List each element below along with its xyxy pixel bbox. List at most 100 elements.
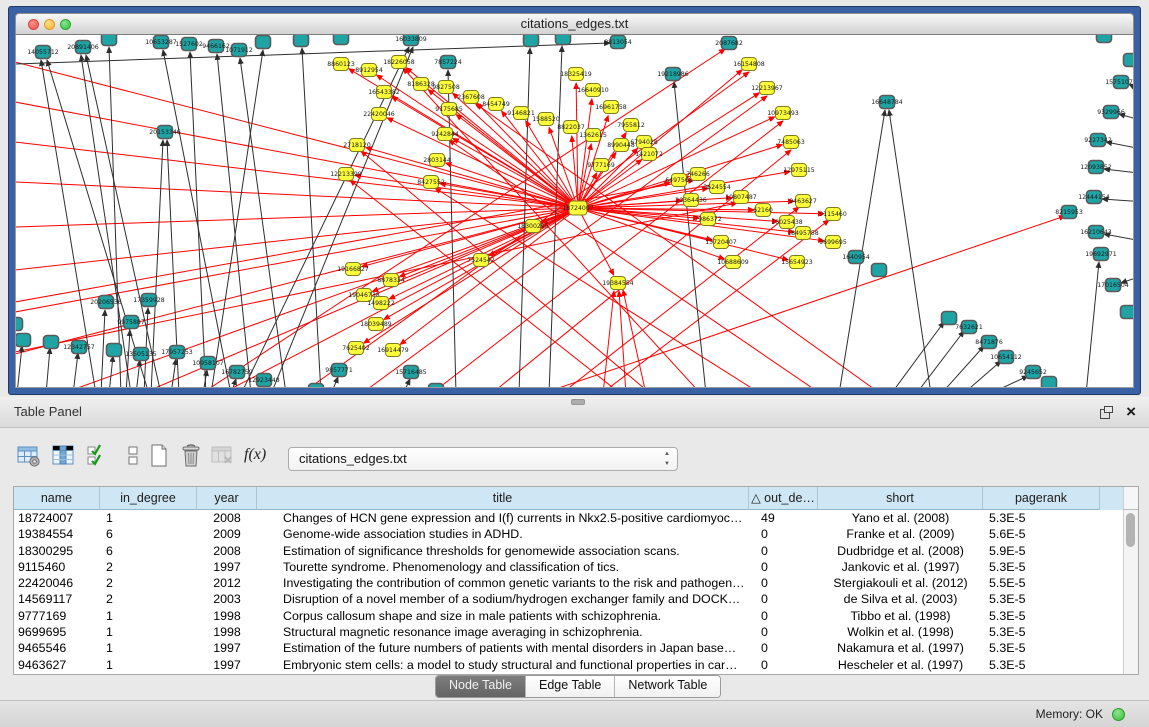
graph-edge[interactable] bbox=[101, 310, 105, 388]
float-panel-icon[interactable] bbox=[1100, 406, 1113, 419]
network-window[interactable]: citations_edges.txt 18724007183002958860… bbox=[8, 6, 1141, 395]
graph-node[interactable] bbox=[942, 312, 957, 325]
graph-edge[interactable] bbox=[578, 198, 732, 208]
table-row[interactable]: 1456911722003Disruption of a novel membe… bbox=[14, 591, 1123, 607]
graph-node[interactable] bbox=[1097, 35, 1112, 43]
graph-node[interactable] bbox=[309, 384, 324, 389]
column-header-title[interactable]: title bbox=[257, 487, 749, 510]
citation-network-graph[interactable]: 1872400718300295886012389129541822605816… bbox=[16, 35, 1134, 388]
graph-edge[interactable] bbox=[519, 48, 530, 388]
graph-edge[interactable] bbox=[366, 147, 578, 208]
graph-edge[interactable] bbox=[171, 359, 176, 388]
graph-edge[interactable] bbox=[331, 377, 338, 388]
graph-canvas[interactable]: 1872400718300295886012389129541822605816… bbox=[15, 35, 1134, 388]
graph-edge[interactable] bbox=[136, 360, 140, 388]
graph-node-label: 9857771 bbox=[325, 367, 353, 374]
function-builder-icon[interactable]: f(x) bbox=[244, 446, 270, 474]
graph-node[interactable] bbox=[44, 336, 59, 349]
graph-edge[interactable] bbox=[240, 58, 286, 388]
graph-edge[interactable] bbox=[491, 150, 791, 388]
cell-short: Wolkin et al. (1998) bbox=[818, 624, 983, 640]
show-columns-icon[interactable] bbox=[50, 442, 76, 470]
graph-node-label: 8427552 bbox=[417, 179, 445, 186]
graph-node-label: 16033809 bbox=[395, 36, 427, 43]
graph-node[interactable] bbox=[334, 35, 349, 45]
graph-edge[interactable] bbox=[109, 47, 121, 388]
graph-edge[interactable] bbox=[446, 163, 578, 208]
table-row[interactable]: 977716911998Corpus callosum shape and si… bbox=[14, 608, 1123, 624]
new-table-icon[interactable] bbox=[146, 442, 172, 470]
table-row[interactable]: 1872400712008Changes of HCN gene express… bbox=[14, 510, 1123, 526]
graph-node[interactable] bbox=[1124, 54, 1135, 67]
graph-node[interactable] bbox=[429, 384, 444, 389]
graph-edge[interactable] bbox=[453, 138, 578, 208]
window-titlebar[interactable]: citations_edges.txt bbox=[15, 13, 1134, 35]
graph-edge[interactable] bbox=[81, 55, 131, 388]
graph-node-label: 1498222 bbox=[367, 300, 395, 307]
graph-edge[interactable] bbox=[17, 346, 22, 388]
tab-node-table[interactable]: Node Table bbox=[436, 676, 526, 697]
graph-node[interactable] bbox=[16, 334, 31, 347]
table-row[interactable]: 946554611997Estimation of the future num… bbox=[14, 640, 1123, 656]
graph-edge[interactable] bbox=[109, 356, 113, 388]
column-header-short[interactable]: short bbox=[818, 487, 983, 510]
graph-node[interactable] bbox=[256, 36, 271, 49]
graph-node[interactable] bbox=[102, 35, 117, 46]
graph-edge[interactable] bbox=[891, 322, 944, 388]
table-row[interactable]: 2242004622012Investigating the contribut… bbox=[14, 575, 1123, 591]
graph-node-label: 19218986 bbox=[657, 71, 689, 78]
graph-edge[interactable] bbox=[603, 291, 614, 388]
graph-node[interactable] bbox=[107, 344, 122, 357]
graph-node[interactable] bbox=[524, 35, 539, 47]
scrollbar-thumb[interactable] bbox=[1126, 513, 1135, 547]
graph-node[interactable] bbox=[1042, 377, 1057, 389]
graph-edge[interactable] bbox=[302, 48, 321, 388]
graph-edge[interactable] bbox=[578, 99, 592, 208]
graph-edge[interactable] bbox=[1086, 262, 1099, 388]
panel-drag-grip[interactable] bbox=[571, 399, 585, 405]
table-row[interactable]: 946362711997Embryonic stem cells: a mode… bbox=[14, 657, 1123, 673]
graph-edge[interactable] bbox=[839, 110, 885, 388]
graph-edge[interactable] bbox=[163, 50, 231, 388]
graph-node-label: 1362615 bbox=[579, 132, 607, 139]
table-scrollbar[interactable] bbox=[1123, 510, 1138, 674]
table-row[interactable]: 911546021997Tourette syndrome. Phenomeno… bbox=[14, 559, 1123, 575]
close-traffic-light[interactable] bbox=[28, 19, 39, 30]
graph-edge[interactable] bbox=[190, 52, 206, 388]
table-options-icon[interactable] bbox=[16, 442, 42, 470]
column-header-out_de[interactable]: △ out_de… bbox=[749, 487, 818, 510]
graph-edge[interactable] bbox=[963, 361, 1001, 388]
tab-network-table[interactable]: Network Table bbox=[615, 676, 720, 697]
select-rows-icon[interactable] bbox=[86, 442, 112, 470]
zoom-traffic-light[interactable] bbox=[60, 19, 71, 30]
column-header-pagerank[interactable]: pagerank bbox=[983, 487, 1100, 510]
graph-node[interactable] bbox=[294, 35, 309, 47]
table-row[interactable]: 969969511998Structural magnetic resonanc… bbox=[14, 624, 1123, 640]
graph-edge[interactable] bbox=[989, 376, 1028, 388]
graph-edge[interactable] bbox=[73, 353, 78, 388]
minimize-traffic-light[interactable] bbox=[44, 19, 55, 30]
column-header-year[interactable]: year bbox=[197, 487, 257, 510]
graph-edge[interactable] bbox=[86, 55, 161, 388]
table-source-select[interactable]: citations_edges.txt ▲▼ bbox=[288, 447, 678, 471]
graph-node[interactable] bbox=[16, 318, 23, 331]
graph-node[interactable] bbox=[556, 35, 571, 45]
graph-edge[interactable] bbox=[46, 348, 50, 388]
tab-edge-table[interactable]: Edge Table bbox=[526, 676, 615, 697]
graph-edge[interactable] bbox=[403, 379, 410, 388]
graph-node[interactable] bbox=[872, 264, 887, 277]
delete-table-trash-icon[interactable] bbox=[178, 442, 204, 470]
graph-node[interactable] bbox=[1121, 306, 1135, 319]
column-header-in_degree[interactable]: in_degree bbox=[100, 487, 197, 510]
row-height-icon[interactable] bbox=[120, 442, 146, 470]
graph-edge[interactable] bbox=[126, 330, 130, 388]
table-row[interactable]: 1938455462009Genome-wide association stu… bbox=[14, 526, 1123, 542]
graph-edge[interactable] bbox=[1133, 314, 1134, 320]
close-panel-icon[interactable]: × bbox=[1126, 400, 1136, 424]
graph-edge[interactable] bbox=[16, 208, 578, 354]
column-header-name[interactable]: name bbox=[14, 487, 100, 510]
graph-edge[interactable] bbox=[619, 291, 626, 388]
cell-name: 9463627 bbox=[14, 657, 100, 673]
graph-edge[interactable] bbox=[889, 110, 931, 388]
table-row[interactable]: 1830029562008Estimation of significance … bbox=[14, 543, 1123, 559]
